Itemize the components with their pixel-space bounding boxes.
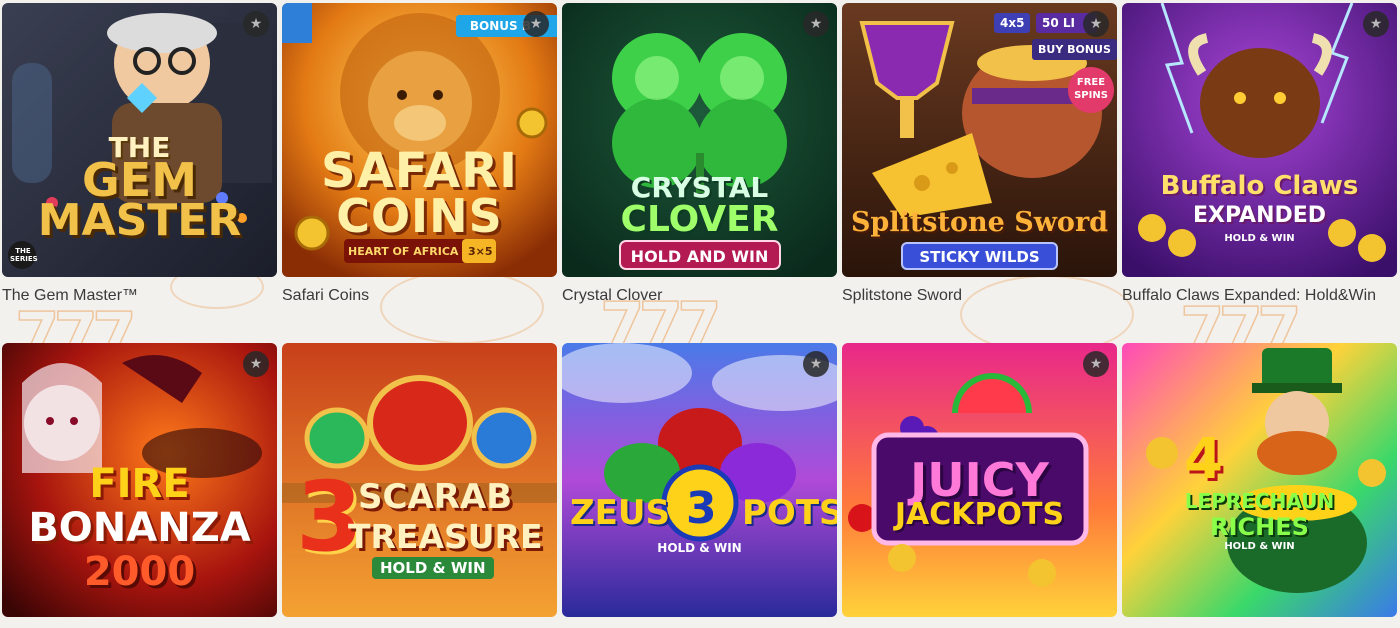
- art-tag: HOLD & WIN: [372, 557, 494, 579]
- game-card[interactable]: JUICY JACKPOTS ★: [842, 343, 1117, 617]
- game-card[interactable]: Buffalo Claws EXPANDED HOLD & WIN ★ Buff…: [1122, 3, 1397, 343]
- game-card[interactable]: THE GEM MASTER THE SERIES ★ The Gem Mast…: [2, 3, 277, 343]
- game-thumbnail-splitstone-sword[interactable]: 4x5 50 LI BUY BONUS FREE SPINS Splitston…: [842, 3, 1117, 277]
- art-tag: HOLD & WIN: [657, 541, 742, 555]
- art-title-line3: 2000: [83, 549, 196, 595]
- art-tag: HOLD & WIN: [1224, 541, 1295, 552]
- art-title-line2: LEPRECHAUN: [1184, 489, 1335, 513]
- art-title-line1: FIRE: [89, 461, 190, 507]
- game-thumbnail-safari-coins[interactable]: BONUS B SAFARI COINS HEART OF AFRICA 3×5…: [282, 3, 557, 277]
- art-title-number: 4: [1184, 427, 1223, 492]
- star-icon[interactable]: ★: [243, 351, 269, 377]
- art-tag: HOLD AND WIN: [630, 247, 769, 266]
- game-thumbnail-zeus-3-pots[interactable]: ZEUS 3 POTS HOLD & WIN ★: [562, 343, 837, 617]
- leprechaun-riches-art: [1122, 343, 1397, 617]
- game-card[interactable]: 4 LEPRECHAUN RICHES HOLD & WIN: [1122, 343, 1397, 617]
- zeus-3-pots-art: [562, 343, 837, 617]
- game-thumbnail-buffalo-claws[interactable]: Buffalo Claws EXPANDED HOLD & WIN ★: [1122, 3, 1397, 277]
- art-tag: HOLD & WIN: [1224, 233, 1295, 244]
- art-tag: STICKY WILDS: [919, 248, 1040, 266]
- star-icon[interactable]: ★: [803, 11, 829, 37]
- game-grid: THE GEM MASTER THE SERIES ★ The Gem Mast…: [2, 3, 1398, 617]
- star-icon[interactable]: ★: [1083, 351, 1109, 377]
- art-title-line2: EXPANDED: [1192, 203, 1327, 228]
- art-title-line2: SCARAB: [358, 477, 513, 517]
- game-thumbnail-fire-bonanza[interactable]: FIRE BONANZA 2000 ★: [2, 343, 277, 617]
- game-card[interactable]: 3 SCARAB TREASURE HOLD & WIN: [282, 343, 557, 617]
- art-grid-badge: 4x5: [994, 13, 1031, 33]
- star-icon[interactable]: ★: [803, 351, 829, 377]
- art-title: Splitstone Sword: [850, 207, 1109, 238]
- art-buy-bonus-badge: BUY BONUS: [1032, 39, 1117, 60]
- game-title[interactable]: Buffalo Claws Expanded: Hold&Win: [1122, 277, 1397, 343]
- art-series-badge: THE SERIES: [10, 247, 38, 263]
- art-title-line3: TREASURE: [348, 517, 543, 556]
- star-icon[interactable]: ★: [243, 11, 269, 37]
- game-title[interactable]: Splitstone Sword: [842, 277, 1117, 343]
- game-thumbnail-leprechaun-riches[interactable]: 4 LEPRECHAUN RICHES HOLD & WIN: [1122, 343, 1397, 617]
- game-title[interactable]: Crystal Clover: [562, 277, 837, 343]
- star-icon[interactable]: ★: [1083, 11, 1109, 37]
- art-title-line2: CLOVER: [620, 199, 779, 240]
- art-title-number: 3: [686, 483, 717, 534]
- star-icon[interactable]: ★: [1363, 11, 1389, 37]
- game-card[interactable]: FIRE BONANZA 2000 ★: [2, 343, 277, 617]
- art-subtitle: HEART OF AFRICA: [348, 245, 459, 258]
- art-title-line2: BONANZA: [28, 505, 251, 551]
- game-card[interactable]: CRYSTAL CLOVER HOLD AND WIN ★ Crystal Cl…: [562, 3, 837, 343]
- art-title-line2: JACKPOTS: [894, 497, 1065, 532]
- art-grid-size: 3×5: [468, 245, 493, 258]
- game-thumbnail-scarab-treasure[interactable]: 3 SCARAB TREASURE HOLD & WIN: [282, 343, 557, 617]
- game-thumbnail-gem-master[interactable]: THE GEM MASTER THE SERIES ★: [2, 3, 277, 277]
- art-title-line3: POTS: [742, 493, 837, 533]
- art-title-line3: MASTER: [37, 195, 242, 246]
- art-title-line2: COINS: [336, 189, 503, 243]
- game-thumbnail-juicy-jackpots[interactable]: JUICY JACKPOTS ★: [842, 343, 1117, 617]
- game-title[interactable]: The Gem Master™: [2, 277, 277, 343]
- game-thumbnail-crystal-clover[interactable]: CRYSTAL CLOVER HOLD AND WIN ★: [562, 3, 837, 277]
- game-card[interactable]: ZEUS 3 POTS HOLD & WIN ★: [562, 343, 837, 617]
- art-title-line1: Buffalo Claws: [1160, 171, 1359, 201]
- game-card[interactable]: 4x5 50 LI BUY BONUS FREE SPINS Splitston…: [842, 3, 1117, 343]
- art-title-line3: RICHES: [1210, 513, 1309, 541]
- art-title-line1: ZEUS: [570, 493, 670, 533]
- game-card[interactable]: BONUS B SAFARI COINS HEART OF AFRICA 3×5…: [282, 3, 557, 343]
- art-free-spins-badge: FREE SPINS: [1068, 67, 1114, 113]
- game-title[interactable]: Safari Coins: [282, 277, 557, 343]
- star-icon[interactable]: ★: [523, 11, 549, 37]
